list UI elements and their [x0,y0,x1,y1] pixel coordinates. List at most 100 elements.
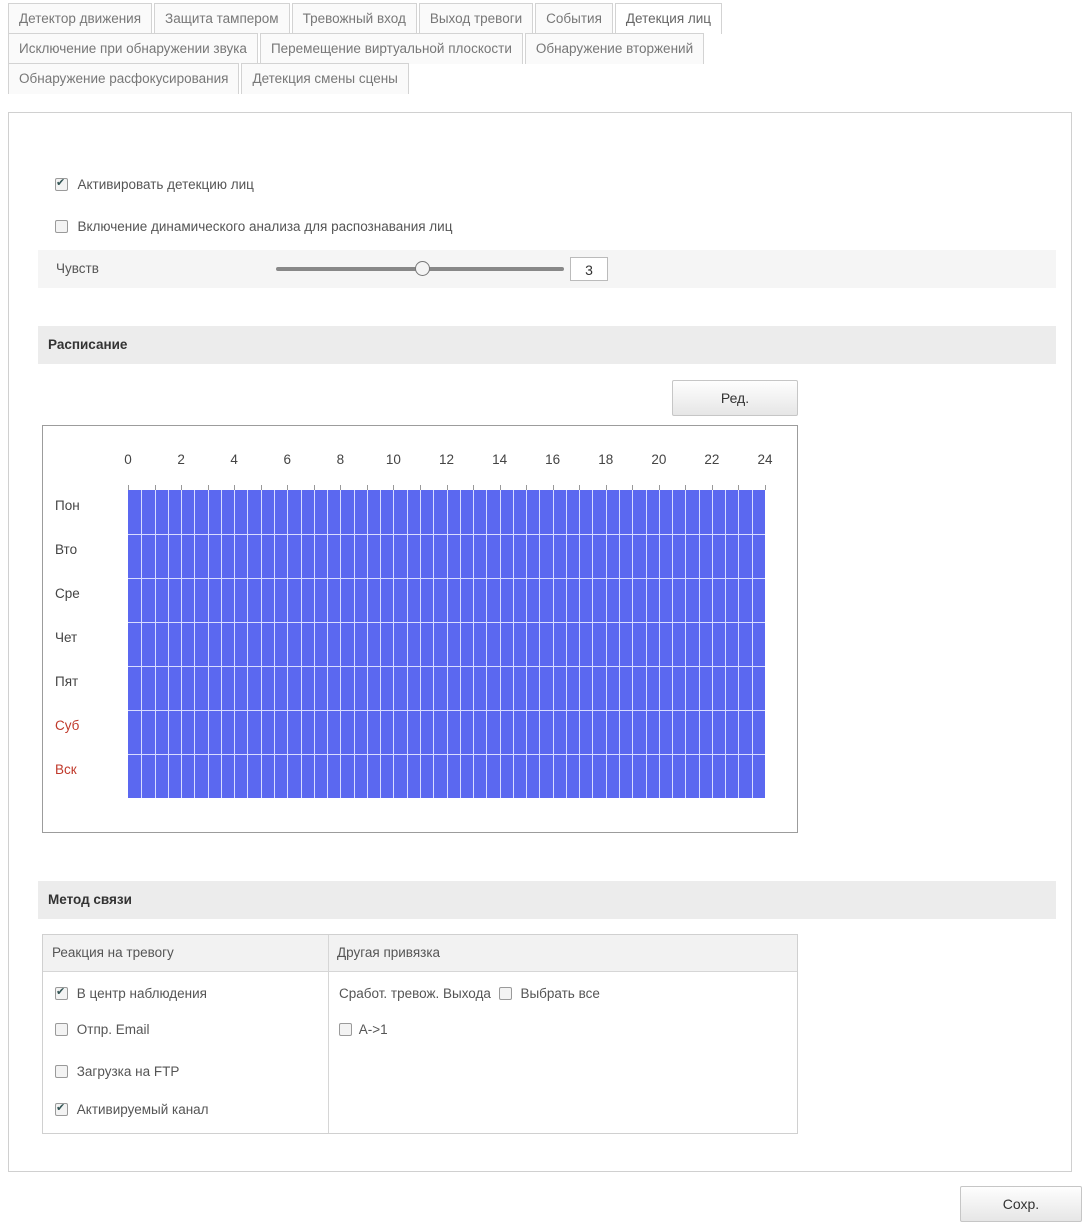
hour-tick [526,485,528,490]
other-linkage-header: Другая привязка [337,945,441,960]
enable-face-detection-label: Активировать детекцию лиц [77,177,254,193]
tab-defocus-detection[interactable]: Обнаружение расфокусирования [8,63,240,94]
hour-tick [765,485,766,490]
alarm-actions-header: Реакция на тревогу [52,945,174,960]
grid-vline [433,490,435,798]
day-label: Сре [55,586,80,601]
hour-tick [340,485,342,490]
grid-vline [273,490,275,798]
grid-vline [605,490,607,798]
notify-center-row: В центр наблюдения [55,985,207,1001]
select-all-checkbox[interactable] [498,986,512,1000]
sensitivity-label: Чувств [56,261,99,276]
enable-face-detection-checkbox[interactable] [55,176,68,192]
hour-tick [711,485,713,490]
hour-tick [366,485,368,490]
grid-hline [128,534,765,535]
grid-hline [128,710,765,711]
sensitivity-value-field[interactable]: 3 [570,257,608,281]
hour-label: 4 [230,452,238,467]
grid-vline [366,490,368,798]
trigger-output-row: Сработ. тревож. Выхода Выбрать все [339,985,600,1001]
dynamic-analysis-label: Включение динамического анализа для расп… [77,219,453,235]
ftp-upload-row: Загрузка на FTP [55,1063,179,1079]
tab-alarm-output[interactable]: Выход тревоги [418,3,534,34]
day-label: Вск [55,762,77,777]
sensitivity-slider-handle[interactable] [415,261,430,276]
grid-vline [645,490,647,798]
notify-center-checkbox[interactable] [55,985,68,1000]
tab-face-detection[interactable]: Детекция лиц [614,3,723,34]
sensitivity-row: Чувств 3 [38,250,1056,288]
grid-vline [167,490,169,798]
hour-tick [393,485,395,490]
schedule-fill-area[interactable] [128,485,766,798]
output-a1-checkbox[interactable] [339,1022,352,1036]
column-divider [328,935,329,1133]
grid-vline [499,490,501,798]
hour-tick [419,485,421,490]
grid-vline [419,490,421,798]
trigger-channel-checkbox[interactable] [55,1101,68,1116]
schedule-section-title: Расписание [38,326,1056,364]
tab-intrusion-detection[interactable]: Обнаружение вторжений [524,33,705,64]
grid-vline [592,490,594,798]
tab-audio-exception[interactable]: Исключение при обнаружении звука [8,33,258,64]
hour-label: 14 [492,452,508,467]
day-label: Пон [55,498,80,513]
hour-label: 2 [177,452,185,467]
hour-tick [605,485,607,490]
hour-tick [287,485,289,490]
hour-tick [234,485,236,490]
grid-vline [247,490,249,798]
grid-vline [327,490,329,798]
day-label: Суб [55,718,80,733]
hour-tick [128,485,129,490]
tab-scene-change[interactable]: Детекция смены сцены [241,63,409,94]
grid-vline [539,490,541,798]
output-a1-row: A->1 [339,1021,388,1037]
trigger-output-label: Сработ. тревож. Выхода [339,985,491,1001]
hour-tick [313,485,315,490]
ftp-upload-label: Загрузка на FTP [76,1063,180,1079]
save-button[interactable]: Сохр. [960,1186,1082,1222]
send-email-row: Отпр. Email [55,1021,150,1037]
tab-events[interactable]: События [535,3,613,34]
edit-schedule-button[interactable]: Ред. [672,380,798,416]
output-a1-label: A->1 [358,1021,388,1037]
dynamic-analysis-checkbox[interactable] [55,220,68,234]
grid-vline [181,490,183,798]
schedule-grid[interactable]: 0 2 4 6 8 10 12 14 16 18 20 22 24 Пон Вто Сре Чет Пят Суб В… [42,425,798,833]
grid-vline [287,490,289,798]
day-label: Чет [55,630,78,645]
tab-motion-detection[interactable]: Детектор движения [8,3,153,34]
hour-tick [181,485,183,490]
hour-tick [499,485,501,490]
hour-label: 20 [651,452,667,467]
grid-vline [141,490,143,798]
hour-label: 18 [598,452,614,467]
hour-label: 0 [124,452,132,467]
grid-vline [260,490,262,798]
grid-vline [685,490,687,798]
grid-vline [459,490,461,798]
grid-vline [393,490,395,798]
hour-tick [446,485,448,490]
tab-row-1: Детектор движения Защита тампером Тревож… [8,3,1068,34]
tab-tamper-protection[interactable]: Защита тампером [154,3,290,34]
tab-alarm-input[interactable]: Тревожный вход [291,3,417,34]
send-email-checkbox[interactable] [55,1022,68,1036]
grid-vline [565,490,567,798]
grid-vline [552,490,554,798]
grid-vline [380,490,382,798]
tab-row-3: Обнаружение расфокусирования Детекция см… [8,63,1068,94]
linkage-table: Реакция на тревогу Другая привязка В цен… [42,934,798,1134]
grid-hline [128,622,765,623]
hour-tick [632,485,634,490]
grid-vline [446,490,448,798]
hour-tick [473,485,475,490]
grid-vline [711,490,713,798]
tab-line-crossing[interactable]: Перемещение виртуальной плоскости [259,33,523,64]
ftp-upload-checkbox[interactable] [55,1064,68,1078]
hour-label: 16 [545,452,561,467]
